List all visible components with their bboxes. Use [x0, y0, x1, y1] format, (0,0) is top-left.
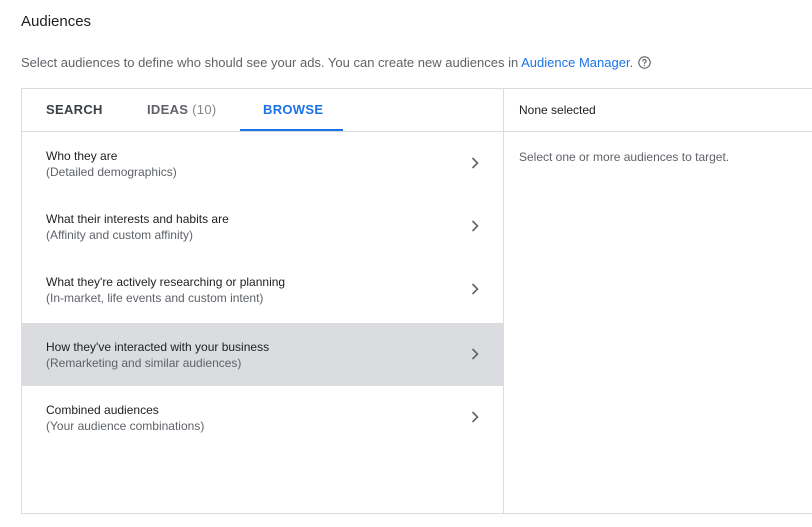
tab-ideas-count: (10): [192, 102, 217, 117]
browse-item-combined-audiences[interactable]: Combined audiences (Your audience combin…: [22, 386, 503, 449]
browse-panel: SEARCH IDEAS (10) BROWSE Who they are (D…: [22, 89, 504, 513]
browse-item-sublabel: (In-market, life events and custom inten…: [46, 291, 264, 305]
chevron-right-icon: [471, 157, 479, 169]
tab-bar: SEARCH IDEAS (10) BROWSE: [22, 89, 503, 132]
browse-item-sublabel: (Your audience combinations): [46, 419, 205, 433]
browse-item-sublabel: (Detailed demographics): [46, 165, 177, 179]
browse-item-interests-habits[interactable]: What their interests and habits are (Aff…: [22, 195, 503, 258]
chevron-right-icon: [471, 411, 479, 423]
page-description: Select audiences to define who should se…: [21, 55, 651, 70]
audience-manager-link[interactable]: Audience Manager: [521, 55, 629, 70]
selection-header: None selected: [503, 89, 812, 132]
help-circle-icon[interactable]: [638, 56, 651, 69]
tab-search[interactable]: SEARCH: [46, 89, 103, 131]
browse-item-sublabel: (Affinity and custom affinity): [46, 228, 193, 242]
description-period: .: [629, 55, 634, 70]
tab-browse[interactable]: BROWSE: [263, 89, 323, 131]
chevron-right-icon: [471, 220, 479, 232]
chevron-right-icon: [471, 283, 479, 295]
browse-item-label: Combined audiences: [46, 403, 159, 417]
browse-item-interacted-business[interactable]: How they've interacted with your busines…: [22, 323, 503, 386]
audiences-page: Audiences Select audiences to define who…: [0, 0, 812, 527]
browse-item-label: What their interests and habits are: [46, 212, 229, 226]
browse-item-researching-planning[interactable]: What they're actively researching or pla…: [22, 258, 503, 321]
tab-ideas[interactable]: IDEAS (10): [147, 89, 216, 131]
active-tab-indicator: [240, 129, 343, 131]
browse-item-label: Who they are: [46, 149, 118, 163]
selected-audiences-panel: None selected Select one or more audienc…: [503, 89, 812, 513]
browse-item-who-they-are[interactable]: Who they are (Detailed demographics): [22, 132, 503, 195]
browse-item-label: What they're actively researching or pla…: [46, 275, 286, 289]
tab-ideas-label: IDEAS: [147, 102, 189, 117]
browse-item-sublabel: (Remarketing and similar audiences): [46, 356, 242, 370]
description-text: Select audiences to define who should se…: [21, 55, 522, 70]
chevron-right-icon: [471, 348, 479, 360]
browse-item-label: How they've interacted with your busines…: [46, 340, 270, 354]
selection-empty-message: Select one or more audiences to target.: [519, 150, 730, 164]
page-title: Audiences: [21, 13, 92, 30]
audience-selector-panel: SEARCH IDEAS (10) BROWSE Who they are (D…: [21, 88, 812, 514]
